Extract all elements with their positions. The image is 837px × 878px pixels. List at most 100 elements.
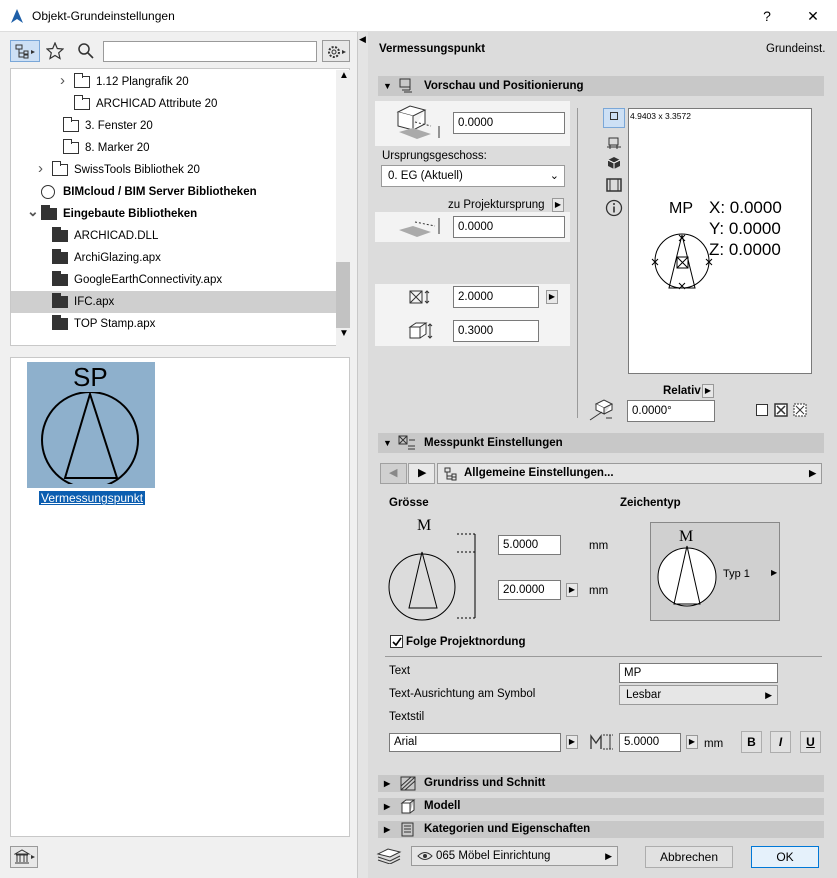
italic-button[interactable]: I: [770, 731, 791, 753]
project-elevation-input[interactable]: 0.0000: [453, 216, 565, 238]
zeichentyp-label: Zeichentyp: [620, 497, 681, 509]
object-thumbnail[interactable]: SP: [27, 362, 155, 488]
section-header-kategorien[interactable]: ▶ Kategorien und Eigenschaften: [378, 821, 824, 838]
tree-item[interactable]: 8. Marker 20: [11, 137, 337, 159]
object-name-label[interactable]: Vermessungspunkt: [39, 491, 146, 505]
folge-projektnordung-checkbox[interactable]: [390, 635, 403, 648]
section-header-vorschau[interactable]: ▼ Vorschau und Positionierung: [378, 76, 824, 96]
scroll-thumb[interactable]: [336, 262, 350, 328]
info-icon[interactable]: [605, 199, 623, 217]
bimcloud-icon: [41, 185, 55, 199]
separator: [385, 656, 822, 657]
symbol-type-selector[interactable]: M Typ 1 ▶: [650, 522, 780, 621]
symbol-size-input[interactable]: 20.0000: [498, 580, 561, 600]
relativ-label: Relativ: [663, 385, 701, 397]
elevation-input[interactable]: 0.0000: [453, 112, 565, 134]
prev-page-button[interactable]: ◀: [380, 463, 407, 484]
projektursprung-arrow-button[interactable]: ▶: [552, 198, 564, 212]
tree-item[interactable]: › 1.12 Plangrafik 20: [11, 71, 337, 93]
symbol-type-preview-icon: [657, 545, 717, 607]
symbol-preview-canvas: 4.9403 x 3.3572 MP X: 0.0000 Y: 0.0000 Z…: [628, 108, 812, 374]
section-view-icon[interactable]: [606, 136, 622, 150]
tree-item-label: 1.12 Plangrafik 20: [96, 76, 189, 88]
text-size-input[interactable]: 5.0000: [498, 535, 561, 555]
object-title: Vermessungspunkt: [379, 43, 486, 55]
panel-splitter[interactable]: ◀: [357, 32, 368, 878]
library-settings-button[interactable]: [322, 40, 350, 62]
height-input[interactable]: 0.3000: [453, 320, 539, 342]
underline-button[interactable]: U: [800, 731, 821, 753]
text-ausrichtung-dropdown[interactable]: Lesbar ▶: [619, 685, 778, 705]
tree-item[interactable]: 3. Fenster 20: [11, 115, 337, 137]
project-elevation-icon: [399, 218, 440, 237]
3d-view-icon[interactable]: [606, 156, 622, 170]
chevron-down-icon[interactable]: ⌄: [27, 200, 39, 222]
categories-list-icon: [401, 822, 414, 837]
parameter-page-dropdown[interactable]: Allgemeine Einstellungen... ▶: [437, 463, 822, 484]
plan-view-button[interactable]: [603, 108, 625, 128]
help-button[interactable]: ?: [744, 0, 790, 32]
favorites-star-icon[interactable]: [46, 42, 64, 60]
close-button[interactable]: ✕: [790, 0, 836, 32]
chevron-right-icon[interactable]: ›: [60, 70, 65, 92]
ok-button[interactable]: OK: [751, 846, 819, 868]
folge-projektnordung-label: Folge Projektnordung: [406, 636, 526, 648]
cancel-button[interactable]: Abbrechen: [645, 846, 733, 868]
folder-icon: [63, 117, 79, 132]
scroll-up-icon[interactable]: ▲: [339, 70, 349, 81]
mirror-off-toggle[interactable]: [756, 404, 768, 416]
width-arrow-button[interactable]: ▶: [546, 290, 558, 304]
chevron-right-icon: ▶: [809, 468, 816, 478]
width-input[interactable]: 2.0000: [453, 286, 539, 308]
library-tree-mode-button[interactable]: [10, 40, 40, 62]
collapse-left-icon[interactable]: ◀: [359, 34, 366, 45]
tree-item[interactable]: ARCHICAD.DLL: [11, 225, 337, 247]
chevron-right-icon[interactable]: ›: [38, 158, 43, 180]
tree-item-label: ARCHICAD.DLL: [74, 230, 159, 242]
tree-item[interactable]: › SwissTools Bibliothek 20: [11, 159, 337, 181]
library-tree: › 1.12 Plangrafik 20 ARCHICAD Attribute 20…: [10, 68, 350, 346]
tree-item[interactable]: TOP Stamp.apx: [11, 313, 337, 335]
parameter-page-label: Allgemeine Einstellungen...: [464, 467, 614, 479]
folder-icon: [52, 315, 68, 330]
tree-item[interactable]: BIMcloud / BIM Server Bibliotheken: [11, 181, 337, 203]
tree-item[interactable]: GoogleEarthConnectivity.apx: [11, 269, 337, 291]
search-input[interactable]: [103, 41, 317, 62]
mirror-y-icon[interactable]: [793, 403, 807, 417]
preview-x-coord: X: 0.0000: [709, 198, 782, 217]
expand-chevron-icon: ▶: [384, 779, 391, 788]
font-size-arrow-button[interactable]: ▶: [686, 735, 698, 749]
section-title: Grundriss und Schnitt: [424, 777, 546, 789]
next-page-button[interactable]: ▶: [408, 463, 435, 484]
tree-item-label: 8. Marker 20: [85, 142, 150, 154]
section-header-grundriss[interactable]: ▶ Grundriss und Schnitt: [378, 775, 824, 792]
font-arrow-button[interactable]: ▶: [566, 735, 578, 749]
tree-item[interactable]: IFC.apx: [11, 291, 337, 313]
section-header-modell[interactable]: ▶ Modell: [378, 798, 824, 815]
layer-dropdown[interactable]: 065 Möbel Einrichtung ▶: [411, 846, 618, 866]
tree-item[interactable]: ARCHICAD Attribute 20: [11, 93, 337, 115]
library-manager-button[interactable]: [10, 846, 38, 868]
rotation-angle-icon: [589, 399, 614, 421]
section-header-messpunkt[interactable]: ▼ Messpunkt Einstellungen: [378, 433, 824, 453]
ursprung-dropdown[interactable]: 0. EG (Aktuell) ⌄: [381, 165, 565, 187]
film-view-icon[interactable]: [606, 177, 622, 193]
expand-chevron-icon: ▼: [383, 81, 392, 91]
preview-y-coord: Y: 0.0000: [709, 219, 781, 238]
font-size-input[interactable]: 5.0000: [619, 733, 681, 752]
symbol-size-arrow-button[interactable]: ▶: [566, 583, 578, 597]
rotation-angle-input[interactable]: 0.0000°: [627, 400, 715, 422]
bold-button[interactable]: B: [741, 731, 762, 753]
preview-mp-label: MP: [669, 200, 693, 217]
scroll-down-icon[interactable]: ▼: [339, 328, 349, 339]
tree-item[interactable]: ⌄ Eingebaute Bibliotheken: [11, 203, 337, 225]
tree-item[interactable]: ArchiGlazing.apx: [11, 247, 337, 269]
object-preview-area: SP Vermessungspunkt: [10, 357, 350, 837]
width-icon: [409, 290, 430, 304]
relativ-arrow-button[interactable]: ▶: [702, 384, 714, 398]
text-input[interactable]: MP: [619, 663, 778, 683]
title-bar: Objekt-Grundeinstellungen ? ✕: [0, 0, 837, 32]
mirror-x-icon[interactable]: [774, 403, 788, 417]
font-input[interactable]: Arial: [389, 733, 561, 752]
elevation-box-icon: [396, 105, 440, 139]
